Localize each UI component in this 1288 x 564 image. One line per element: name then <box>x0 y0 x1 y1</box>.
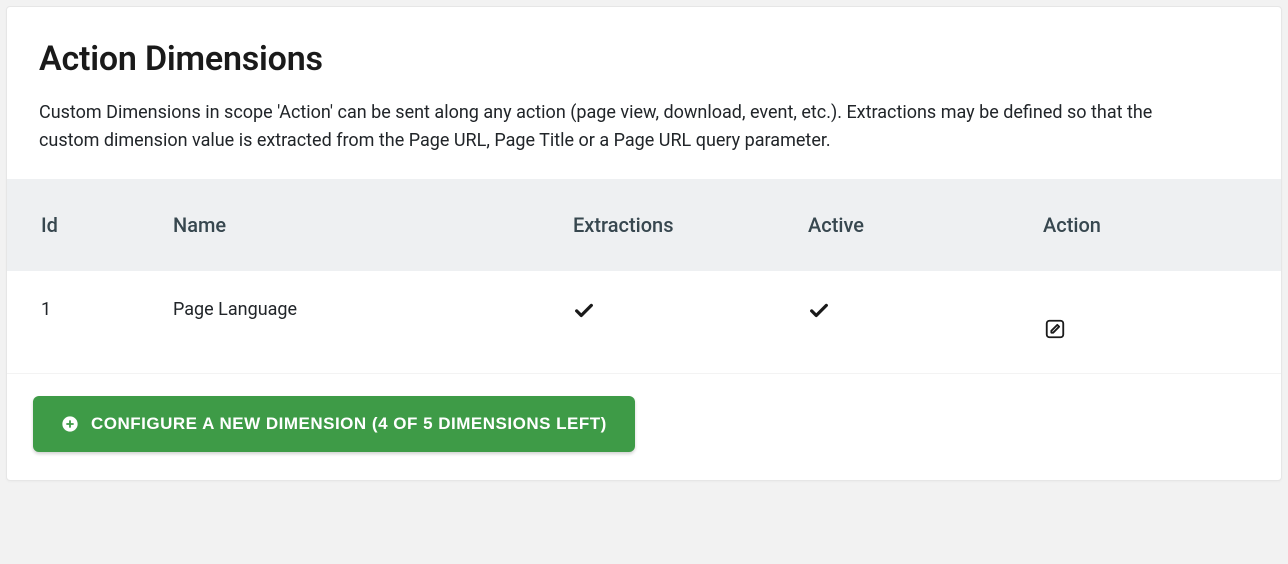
table-header-row: Id Name Extractions Active Action <box>7 179 1281 271</box>
page-description: Custom Dimensions in scope 'Action' can … <box>39 99 1189 155</box>
col-header-extractions: Extractions <box>557 179 792 271</box>
cell-extractions <box>557 271 792 374</box>
panel-header: Action Dimensions Custom Dimensions in s… <box>7 7 1281 179</box>
panel-footer: CONFIGURE A NEW DIMENSION (4 OF 5 DIMENS… <box>7 374 1281 480</box>
cell-id: 1 <box>7 271 157 374</box>
dimensions-table: Id Name Extractions Active Action 1 Page… <box>7 179 1281 374</box>
cell-active <box>792 271 1027 374</box>
col-header-name: Name <box>157 179 557 271</box>
edit-button[interactable] <box>1043 317 1067 341</box>
configure-button-label: CONFIGURE A NEW DIMENSION (4 OF 5 DIMENS… <box>91 414 607 434</box>
page-title: Action Dimensions <box>39 39 1249 79</box>
cell-name: Page Language <box>157 271 557 374</box>
cell-action <box>1027 271 1281 374</box>
col-header-action: Action <box>1027 179 1281 271</box>
table-row: 1 Page Language <box>7 271 1281 374</box>
col-header-id: Id <box>7 179 157 271</box>
configure-dimension-button[interactable]: CONFIGURE A NEW DIMENSION (4 OF 5 DIMENS… <box>33 396 635 452</box>
action-dimensions-panel: Action Dimensions Custom Dimensions in s… <box>6 6 1282 481</box>
col-header-active: Active <box>792 179 1027 271</box>
check-icon <box>573 299 595 321</box>
check-icon <box>808 299 830 321</box>
plus-circle-icon <box>61 415 79 433</box>
